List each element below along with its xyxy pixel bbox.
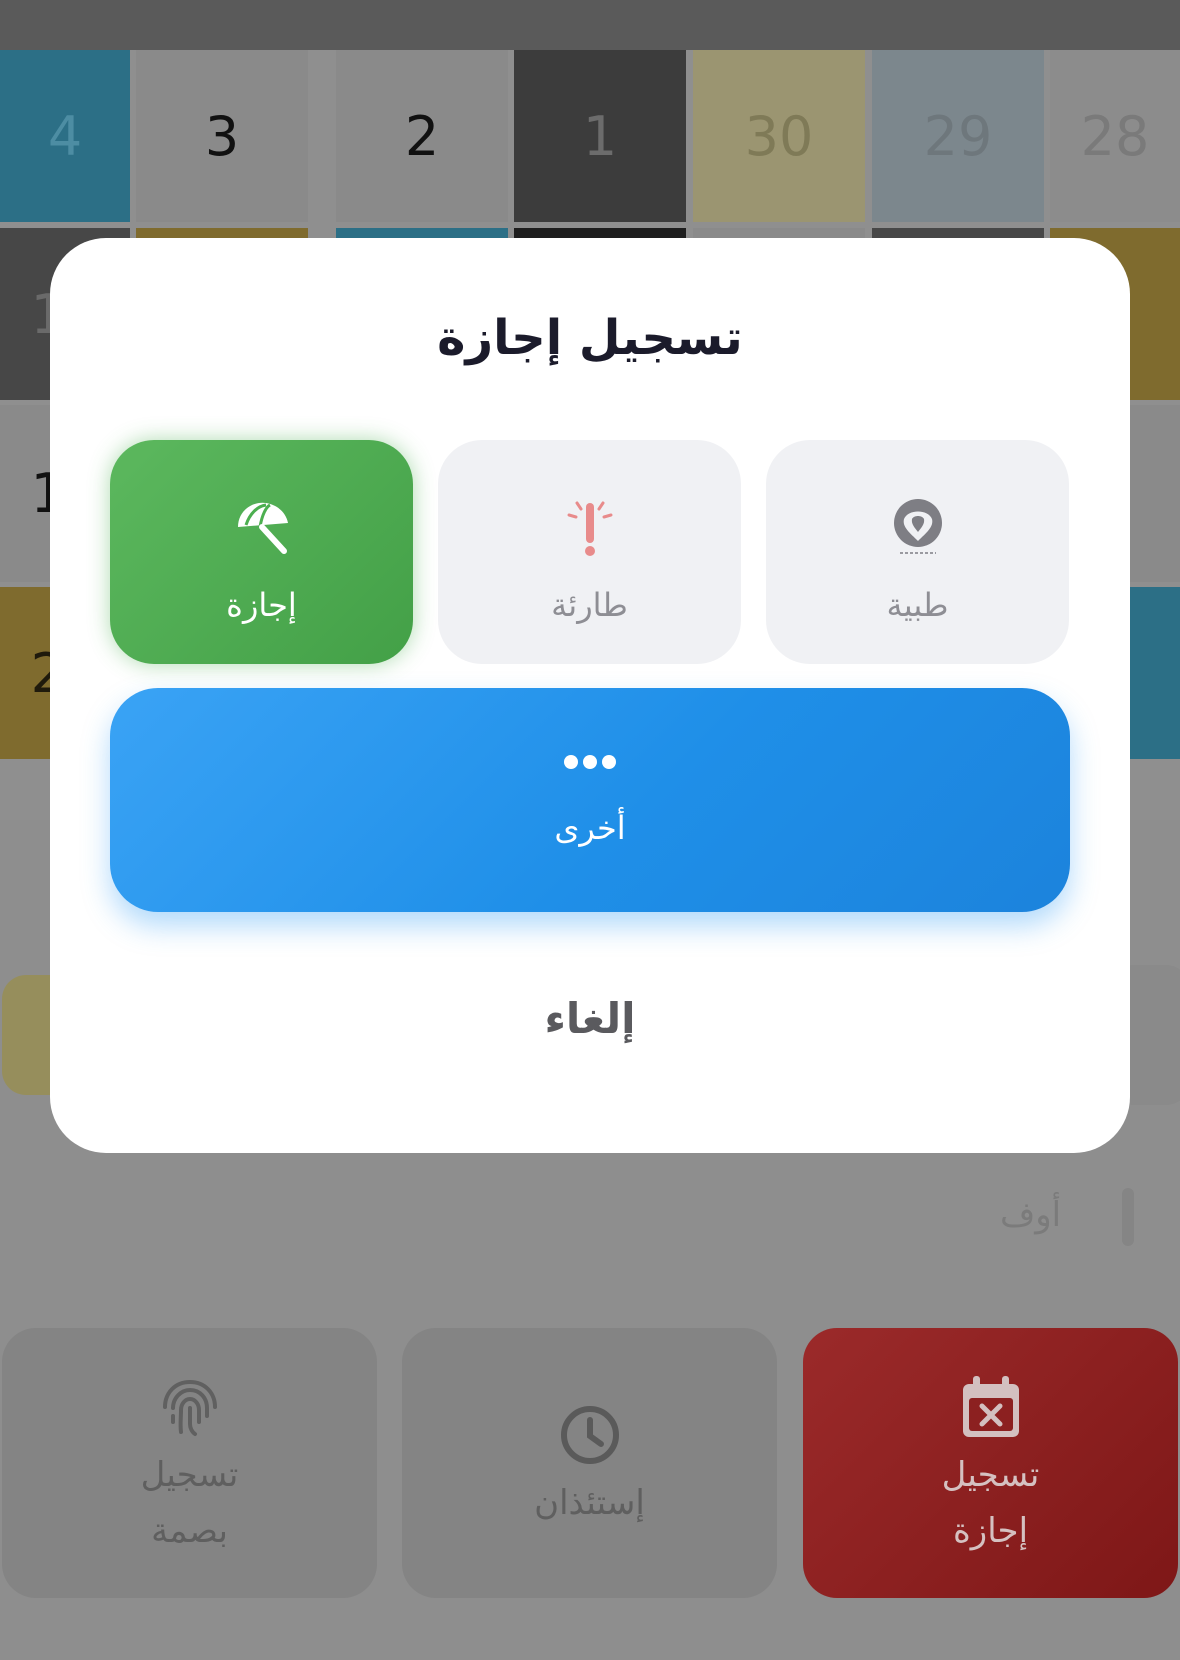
dialog-title: تسجيل إجازة [437,310,743,366]
fingerprint-action-label: تسجيل بصمة [140,1455,239,1551]
leave-action-label: تسجيل إجازة [941,1455,1040,1551]
fingerprint-icon [155,1367,225,1447]
option-emergency[interactable]: طارئة [438,440,741,664]
calendar-day-cell[interactable]: 28 [1050,50,1180,222]
leave-action-button[interactable]: تسجيل إجازة [803,1328,1178,1598]
option-medical[interactable]: طبية [766,440,1069,664]
option-other[interactable]: أخرى [110,688,1070,912]
permission-action-label: إستئذان [534,1483,645,1523]
option-vacation[interactable]: إجازة [110,440,413,664]
alert-icon [565,482,615,572]
more-dots-icon [563,753,617,775]
option-vacation-label: إجازة [226,586,297,624]
clock-icon [557,1395,623,1475]
fingerprint-action-button[interactable]: تسجيل بصمة [2,1328,377,1598]
permission-action-button[interactable]: إستئذان [402,1328,777,1598]
leave-type-dialog: تسجيل إجازة إجازة طارئة طبية أخرى إلغاء [50,238,1130,1153]
calendar-x-icon [960,1367,1022,1447]
calendar-day-cell[interactable]: 30 [693,50,865,222]
umbrella-icon [232,482,292,572]
calendar-day-cell[interactable]: 4 [0,50,130,222]
calendar-day-cell[interactable]: 3 [136,50,308,222]
option-other-label: أخرى [554,809,626,847]
option-emergency-label: طارئة [551,586,628,624]
calendar-day-cell[interactable]: 2 [336,50,508,222]
calendar-day-cell[interactable]: 1 [514,50,686,222]
health-ministry-logo-icon [890,482,946,572]
off-label: أوف [1000,1195,1062,1235]
status-bar-area [0,0,1180,50]
cancel-button[interactable]: إلغاء [440,978,740,1058]
off-indicator-bar [1122,1188,1134,1246]
option-medical-label: طبية [886,586,949,624]
calendar-day-cell[interactable]: 29 [872,50,1044,222]
